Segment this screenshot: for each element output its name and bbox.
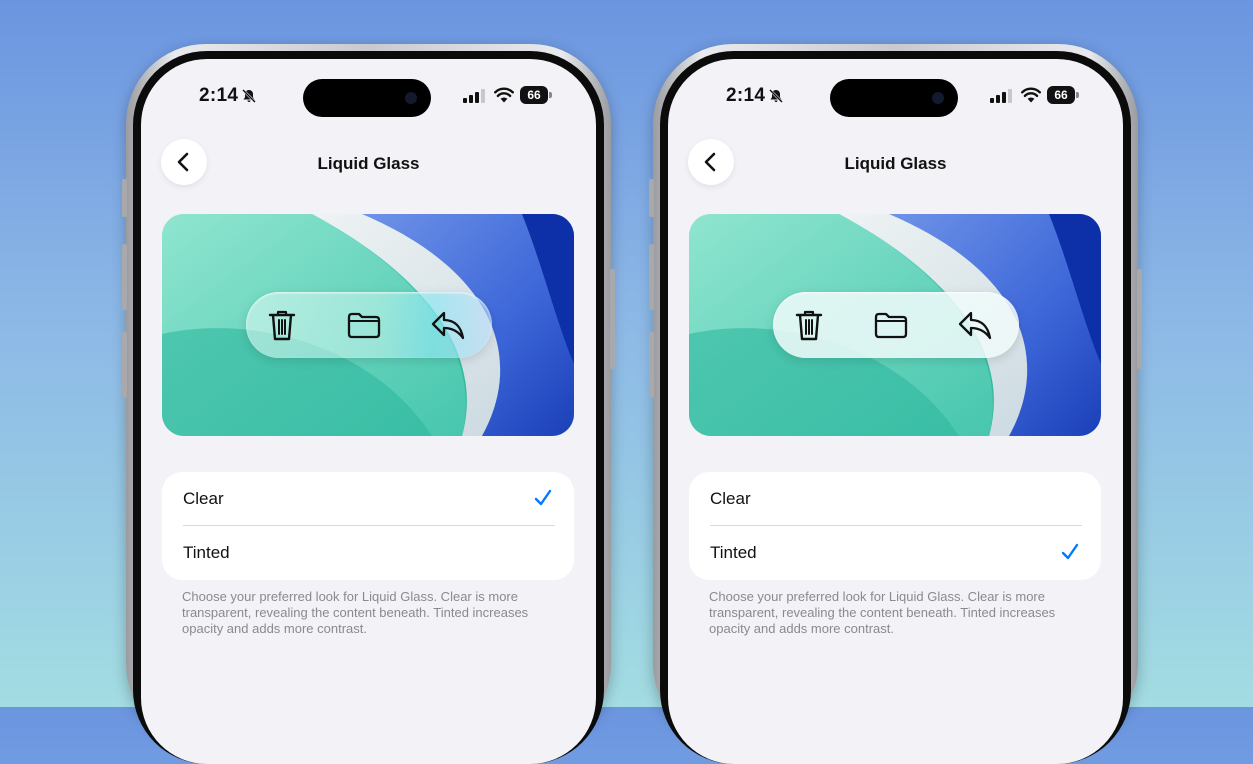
dynamic-island (303, 79, 431, 117)
battery-level: 66 (1047, 86, 1075, 104)
checkmark-icon (534, 489, 552, 506)
battery-icon: 66 (1047, 86, 1080, 104)
glass-toolbar (246, 292, 492, 358)
footnote-text: Choose your preferred look for Liquid Gl… (182, 589, 529, 636)
footnote-text: Choose your preferred look for Liquid Gl… (709, 589, 1056, 636)
bell-slash-icon (769, 89, 783, 103)
clock: 2:14 (726, 85, 766, 106)
battery-level: 66 (520, 86, 548, 104)
volume-down-button (649, 332, 654, 398)
option-label: Tinted (183, 543, 230, 562)
folder-icon[interactable] (873, 307, 909, 343)
option-tinted[interactable]: Tinted (689, 526, 1101, 580)
battery-icon: 66 (520, 86, 553, 104)
volume-up-button (649, 244, 654, 310)
checkmark-icon (1061, 543, 1079, 560)
side-button (610, 269, 615, 369)
option-label: Tinted (710, 543, 757, 562)
liquid-glass-preview (689, 214, 1101, 436)
liquid-glass-preview (162, 214, 574, 436)
option-clear[interactable]: Clear (689, 472, 1101, 526)
dynamic-island (830, 79, 958, 117)
wifi-icon (1021, 87, 1041, 103)
action-button (649, 179, 654, 217)
option-tinted[interactable]: Tinted (162, 526, 574, 580)
glass-toolbar (773, 292, 1019, 358)
trash-icon[interactable] (791, 307, 827, 343)
volume-up-button (122, 244, 127, 310)
volume-down-button (122, 332, 127, 398)
reply-icon[interactable] (957, 307, 993, 343)
phone-left: 2:14 66 Liquid Glass Clear Tinted Choose… (122, 44, 615, 764)
cellular-signal-icon (990, 89, 1012, 103)
side-button (1137, 269, 1142, 369)
status-bar: 2:14 66 (668, 79, 1123, 117)
trash-icon[interactable] (264, 307, 300, 343)
action-button (122, 179, 127, 217)
page-title: Liquid Glass (844, 154, 947, 173)
appearance-options-list: Clear Tinted (162, 472, 574, 580)
folder-icon[interactable] (346, 307, 382, 343)
bell-slash-icon (242, 89, 256, 103)
phone-right: 2:14 66 Liquid Glass Clear Tinted Choose… (649, 44, 1142, 764)
screen: 2:14 66 Liquid Glass Clear Tinted Choose… (668, 59, 1123, 764)
option-label: Clear (183, 489, 224, 508)
status-bar: 2:14 66 (141, 79, 596, 117)
page-title: Liquid Glass (317, 154, 420, 173)
clock: 2:14 (199, 85, 239, 106)
cellular-signal-icon (463, 89, 485, 103)
option-clear[interactable]: Clear (162, 472, 574, 526)
camera-icon (932, 92, 944, 104)
appearance-options-list: Clear Tinted (689, 472, 1101, 580)
option-label: Clear (710, 489, 751, 508)
camera-icon (405, 92, 417, 104)
wifi-icon (494, 87, 514, 103)
reply-icon[interactable] (430, 307, 466, 343)
screen: 2:14 66 Liquid Glass Clear Tinted Choose… (141, 59, 596, 764)
